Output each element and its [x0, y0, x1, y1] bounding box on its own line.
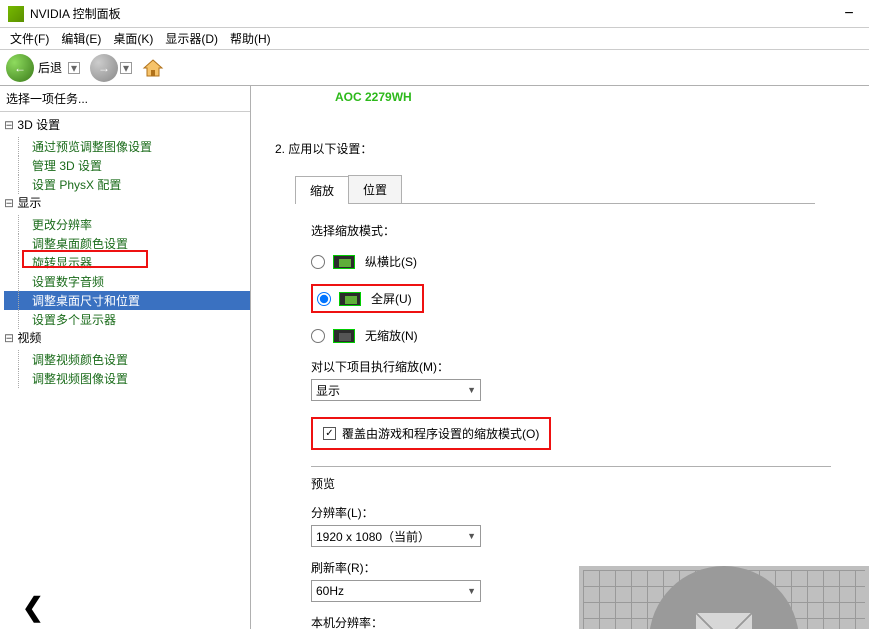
chevron-down-icon: ▼	[467, 531, 476, 541]
refresh-value: 60Hz	[316, 584, 344, 598]
sidebar-header: 选择一项任务...	[0, 86, 250, 112]
tree-item-change-resolution[interactable]: 更改分辨率	[4, 215, 250, 234]
window-title: NVIDIA 控制面板	[30, 5, 837, 22]
tree-item-adjust-size-position[interactable]: 调整桌面尺寸和位置	[4, 291, 250, 310]
radio-none-label: 无缩放(N)	[365, 327, 418, 344]
divider	[311, 466, 831, 467]
arrow-right-icon: →	[98, 61, 110, 75]
back-button[interactable]: ←	[6, 54, 34, 82]
home-button[interactable]	[142, 58, 164, 78]
highlight-box: 全屏(U)	[311, 284, 424, 313]
tree-category-video[interactable]: 视频	[4, 331, 41, 345]
radio-fullscreen-label: 全屏(U)	[371, 290, 412, 307]
tree-category-3d[interactable]: 3D 设置	[4, 118, 60, 132]
perform-on-label: 对以下项目执行缩放(M)：	[311, 358, 857, 375]
radio-none-row[interactable]: 无缩放(N)	[311, 327, 857, 344]
radio-none[interactable]	[311, 329, 325, 343]
tree-item-manage-3d[interactable]: 管理 3D 设置	[4, 156, 250, 175]
radio-fullscreen-row[interactable]: 全屏(U)	[317, 290, 412, 307]
forward-button[interactable]: →	[90, 54, 118, 82]
title-bar: NVIDIA 控制面板 −	[0, 0, 869, 28]
menu-display[interactable]: 显示器(D)	[159, 30, 224, 47]
tree-item-adjust-image-preview[interactable]: 通过预览调整图像设置	[4, 137, 250, 156]
tree-item-digital-audio[interactable]: 设置数字音频	[4, 272, 250, 291]
forward-dropdown[interactable]: ▾	[120, 62, 132, 74]
preview-pane	[579, 566, 869, 629]
radio-aspect-label: 纵横比(S)	[365, 253, 417, 270]
radio-aspect[interactable]	[311, 255, 325, 269]
scale-mode-heading: 选择缩放模式：	[311, 222, 857, 239]
menu-desktop[interactable]: 桌面(K)	[107, 30, 159, 47]
monitor-name: AOC 2279WH	[335, 90, 857, 104]
home-icon	[142, 58, 164, 78]
perform-on-value: 显示	[316, 382, 340, 399]
chevron-down-icon: ▼	[467, 385, 476, 395]
tree-item-desktop-color[interactable]: 调整桌面颜色设置	[4, 234, 250, 253]
tab-scale[interactable]: 缩放	[295, 176, 349, 204]
back-dropdown[interactable]: ▾	[68, 62, 80, 74]
toolbar: ← 后退 ▾ → ▾	[0, 50, 869, 86]
tree-category-display[interactable]: 显示	[4, 196, 41, 210]
radio-aspect-row[interactable]: 纵横比(S)	[311, 253, 857, 270]
preview-square	[696, 613, 752, 629]
tree-item-multi-display[interactable]: 设置多个显示器	[4, 310, 250, 329]
back-label: 后退	[38, 59, 62, 76]
tree-item-video-image[interactable]: 调整视频图像设置	[4, 369, 250, 388]
sidebar: 选择一项任务... 3D 设置 通过预览调整图像设置 管理 3D 设置 设置 P…	[0, 86, 251, 629]
chevron-down-icon: ▾	[71, 61, 77, 75]
minimize-button[interactable]: −	[837, 5, 861, 23]
tabs: 缩放 位置	[295, 175, 815, 204]
section-title: 2. 应用以下设置：	[275, 140, 857, 157]
content-pane: AOC 2279WH 2. 应用以下设置： 缩放 位置 选择缩放模式： 纵横比(…	[251, 86, 869, 629]
radio-fullscreen[interactable]	[317, 292, 331, 306]
tree-item-physx[interactable]: 设置 PhysX 配置	[4, 175, 250, 194]
preview-heading: 预览	[311, 475, 857, 492]
chevron-down-icon: ▼	[467, 586, 476, 596]
tree-item-video-color[interactable]: 调整视频颜色设置	[4, 350, 250, 369]
override-checkbox-row[interactable]: ✓ 覆盖由游戏和程序设置的缩放模式(O)	[323, 425, 539, 442]
task-tree: 3D 设置 通过预览调整图像设置 管理 3D 设置 设置 PhysX 配置 显示…	[0, 112, 250, 629]
resolution-label: 分辨率(L)：	[311, 504, 857, 521]
resolution-select[interactable]: 1920 x 1080（当前） ▼	[311, 525, 481, 547]
menu-edit[interactable]: 编辑(E)	[55, 30, 107, 47]
monitor-icon	[339, 292, 361, 306]
tree-item-rotate-display[interactable]: 旋转显示器	[4, 253, 250, 272]
menu-help[interactable]: 帮助(H)	[224, 30, 277, 47]
collapse-chevron-icon[interactable]: ❮	[22, 592, 44, 623]
nvidia-logo-icon	[8, 6, 24, 22]
chevron-down-icon: ▾	[123, 61, 129, 75]
resolution-value: 1920 x 1080（当前）	[316, 528, 430, 545]
monitor-icon	[333, 255, 355, 269]
perform-on-select[interactable]: 显示 ▼	[311, 379, 481, 401]
menu-file[interactable]: 文件(F)	[4, 30, 55, 47]
override-checkbox[interactable]: ✓	[323, 427, 336, 440]
menu-bar: 文件(F) 编辑(E) 桌面(K) 显示器(D) 帮助(H)	[0, 28, 869, 50]
refresh-select[interactable]: 60Hz ▼	[311, 580, 481, 602]
override-checkbox-label: 覆盖由游戏和程序设置的缩放模式(O)	[342, 425, 539, 442]
monitor-icon	[333, 329, 355, 343]
highlight-box: ✓ 覆盖由游戏和程序设置的缩放模式(O)	[311, 417, 551, 450]
arrow-left-icon: ←	[14, 61, 26, 75]
tab-position[interactable]: 位置	[348, 175, 402, 203]
